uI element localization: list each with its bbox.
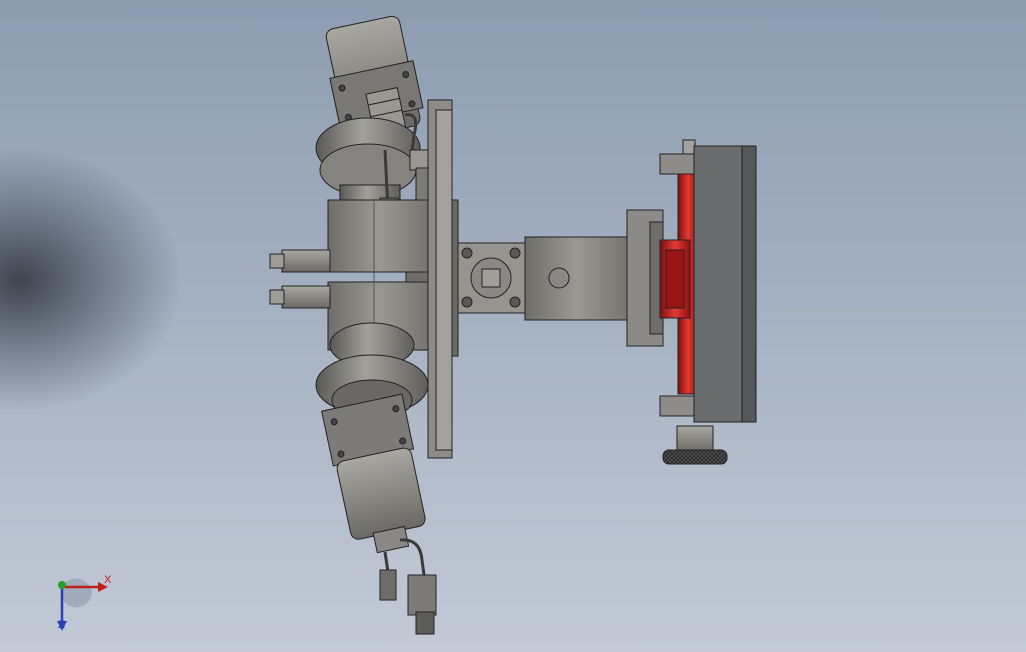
z-axis-label: Z: [58, 619, 65, 631]
linear-slide[interactable]: [659, 139, 699, 417]
adjustment-knob[interactable]: [662, 425, 728, 465]
lower-motor[interactable]: [315, 322, 437, 635]
triad-graphic: [57, 578, 108, 631]
cad-model-assembly[interactable]: [0, 0, 1026, 652]
tool-plate[interactable]: [693, 145, 757, 423]
arm-block[interactable]: [457, 209, 664, 347]
y-axis-dot: [58, 581, 66, 589]
orientation-triad[interactable]: X Z: [40, 565, 130, 645]
cad-viewport[interactable]: X Z: [0, 0, 1026, 652]
x-axis-label: X: [104, 574, 112, 586]
